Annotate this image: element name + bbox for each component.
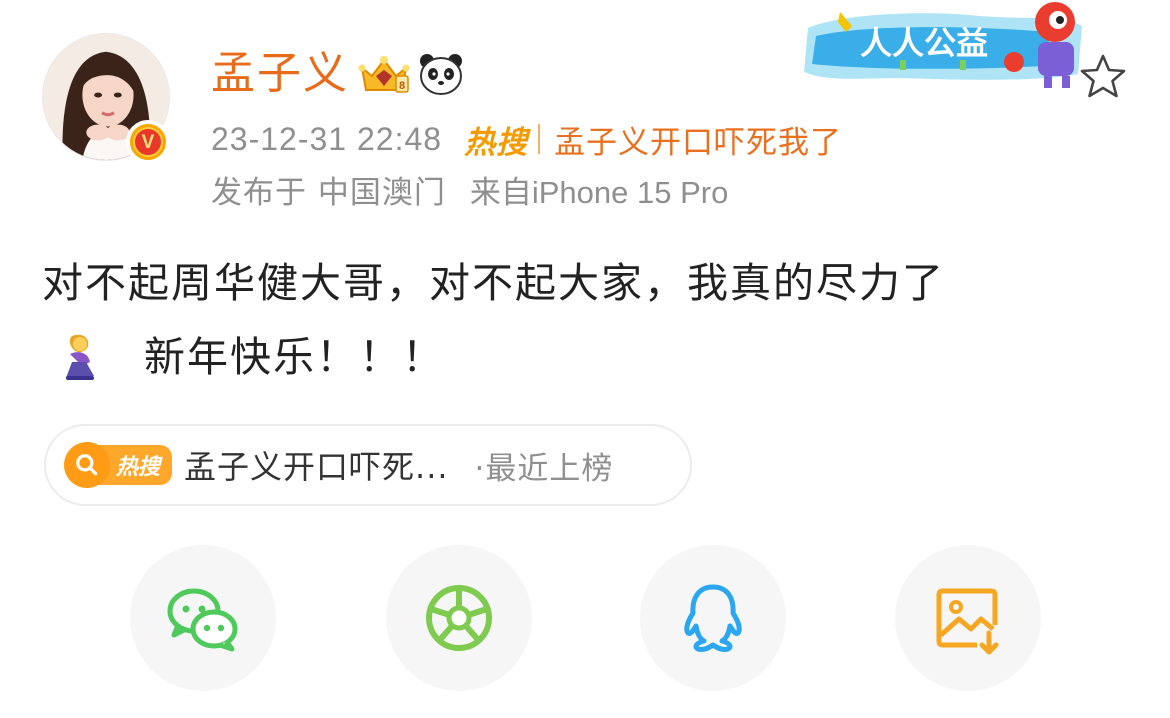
hot-search-badge: 热搜 (64, 442, 173, 488)
share-qq-button[interactable] (640, 545, 786, 691)
share-wechat-button[interactable] (130, 545, 276, 691)
post-source-device: 来自iPhone 15 Pro (469, 174, 729, 210)
wechat-icon (167, 588, 238, 652)
charity-banner[interactable]: 人人公益 (800, 0, 1090, 98)
hot-search-status: ·最近上榜 (474, 450, 614, 487)
verified-badge: V (126, 120, 170, 164)
save-image-button[interactable] (895, 545, 1041, 691)
divider (538, 124, 541, 154)
hot-search-card[interactable]: 热搜 孟子义开口吓死... ·最近上榜 (44, 424, 692, 506)
kneeling-woman-emoji (66, 334, 94, 380)
qq-icon (684, 584, 742, 652)
author-name[interactable]: 孟子义 (211, 48, 349, 100)
favorite-star-icon[interactable] (1078, 52, 1128, 100)
hot-search-title: 孟子义开口吓死... (184, 448, 449, 486)
post-content: 对不起周华健大哥，对不起大家，我真的尽力了 新年快乐！！！ (42, 246, 1142, 394)
post-text-line2: 新年快乐！！！ (144, 333, 445, 381)
post-origin: 发布于 中国澳门 来自iPhone 15 Pro (211, 167, 728, 211)
crown-icon[interactable]: 8 (356, 52, 412, 96)
search-icon (64, 442, 110, 488)
hot-topic-link[interactable]: 孟子义开口吓死我了 (554, 117, 842, 162)
save-image-icon (936, 588, 999, 655)
moments-icon (426, 585, 492, 651)
post-location: 发布于 中国澳门 (211, 174, 446, 211)
charity-banner-text: 人人公益 (860, 24, 988, 62)
post-timestamp: 23-12-31 22:48 (211, 120, 443, 157)
panda-icon[interactable] (418, 52, 464, 96)
share-moments-button[interactable] (386, 545, 532, 691)
verified-v-icon: V (133, 127, 163, 157)
svg-text:8: 8 (399, 80, 405, 92)
post-meta: 23-12-31 22:48 热搜 孟子义开口吓死我了 (211, 117, 842, 161)
post-text-line1: 对不起周华健大哥，对不起大家，我真的尽力了 (42, 259, 945, 307)
hot-search-tag[interactable]: 热搜 (464, 117, 528, 162)
